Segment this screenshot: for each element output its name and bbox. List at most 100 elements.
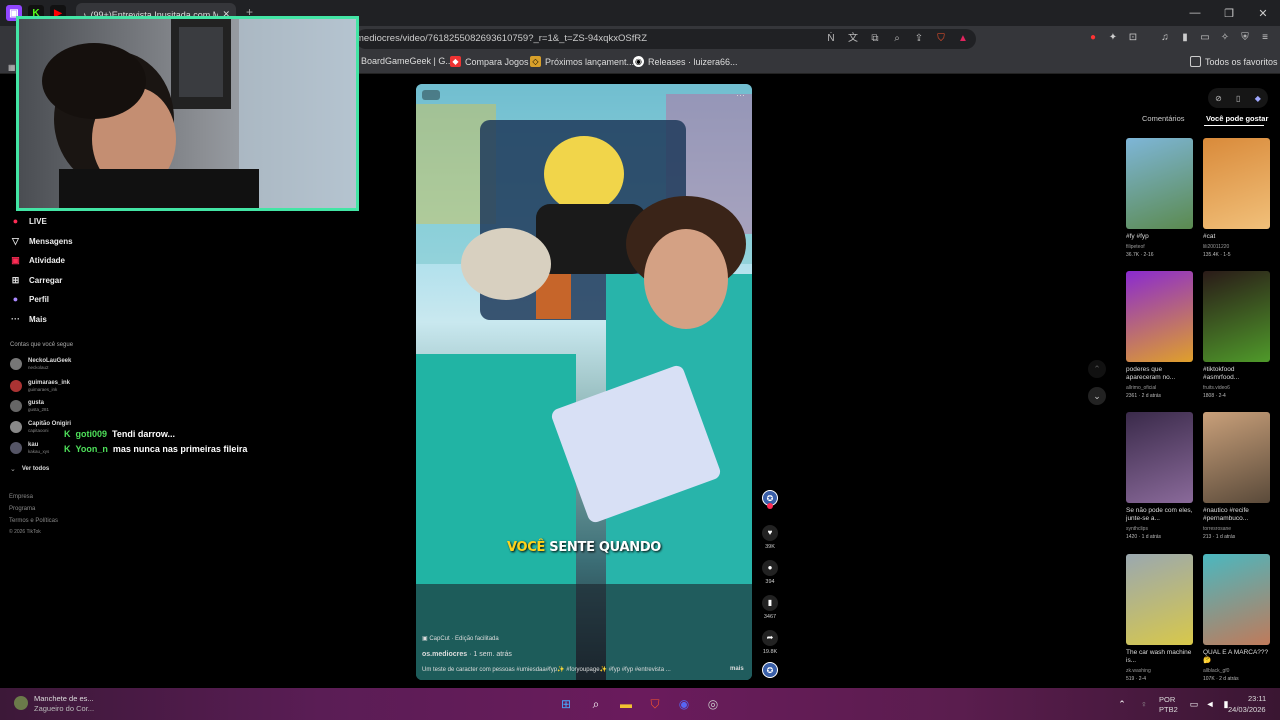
rewards-icon[interactable]: ▲ — [956, 31, 970, 47]
news-title[interactable]: Manchete de es... — [34, 694, 94, 703]
video-thumbnail[interactable] — [1203, 554, 1270, 645]
sound-disc[interactable]: ✪ — [760, 662, 780, 678]
recorder-icon[interactable]: ◎ — [705, 696, 721, 712]
file-explorer-icon[interactable]: ▬ — [618, 696, 634, 712]
see-all[interactable]: ⌄ Ver todos — [10, 465, 49, 474]
brave-browser-icon[interactable]: ⛉ — [647, 696, 663, 712]
footer-program[interactable]: Programa — [9, 506, 35, 512]
url-field[interactable]: mediocres/video/7618255082693610759?_r=1… — [356, 29, 976, 49]
zoom-icon[interactable]: ⌕ — [890, 31, 904, 47]
video-thumbnail[interactable] — [1203, 138, 1270, 229]
bookmark-compara[interactable]: ◆ Compara Jogos — [450, 56, 529, 67]
account-item[interactable]: NeckoLauGeek neckolau2 — [10, 358, 71, 370]
bookmark-releases[interactable]: ◉ Releases · luizera66... — [633, 56, 738, 67]
suggested-stats: 519 · 2-4 — [1126, 676, 1147, 682]
pip-icon[interactable]: ▯ — [1236, 94, 1240, 103]
screenshot-icon[interactable]: ⊡ — [1126, 30, 1140, 46]
video-author[interactable]: os.mediocres — [422, 651, 467, 658]
brave-shield-icon[interactable]: ⛉ — [934, 31, 948, 47]
extensions-icon[interactable]: ✦ — [1106, 30, 1120, 46]
comment-button[interactable]: ● 394 — [760, 560, 780, 585]
footer-terms[interactable]: Termos e Políticas — [9, 518, 58, 524]
nav-activity[interactable]: ▣ Atividade — [10, 255, 65, 266]
suggested-title[interactable]: The car wash machine is... — [1126, 649, 1194, 665]
discord-icon[interactable]: ◉ — [676, 696, 692, 712]
creator-avatar[interactable]: ✪ — [760, 490, 780, 509]
options-icon[interactable]: ··· — [736, 90, 745, 100]
news-thumbnail[interactable] — [14, 696, 28, 710]
open-app-icon[interactable]: ⧉ — [868, 31, 882, 47]
news-subtitle: Zagueiro do Cor... — [34, 704, 95, 713]
account-item[interactable]: Capitão Onigiri capitaooni — [10, 421, 71, 433]
video-thumbnail[interactable] — [1126, 138, 1193, 229]
tray-chevron-icon[interactable]: ⌃ — [1114, 696, 1130, 712]
suggested-user[interactable]: allblack_gf0 — [1203, 668, 1229, 674]
share-button[interactable]: ➦ 19.8K — [760, 630, 780, 655]
suggested-title[interactable]: #cat — [1203, 233, 1271, 241]
ai-icon[interactable]: ✧ — [1218, 30, 1232, 46]
reader-icon[interactable]: Ṅ — [824, 31, 838, 47]
video-thumbnail[interactable] — [1203, 412, 1270, 503]
translate-icon[interactable]: 文 — [846, 31, 860, 47]
account-item[interactable]: guimaraes_ink guimaraes_ink — [10, 380, 70, 392]
tab-suggested[interactable]: Você pode gostar — [1206, 114, 1268, 123]
media-icon[interactable]: ♫ — [1158, 30, 1172, 46]
close-window-icon[interactable]: ✕ — [1246, 0, 1280, 26]
suggested-user[interactable]: synthclips — [1126, 526, 1148, 532]
wallet-icon[interactable]: ▭ — [1198, 30, 1212, 46]
nav-messages[interactable]: ▽ Mensagens — [10, 236, 73, 247]
nav-live[interactable]: ● LIVE — [10, 216, 47, 227]
compara-icon: ◆ — [450, 56, 461, 67]
suggested-user[interactable]: fruits.video6 — [1203, 385, 1230, 391]
previous-video-button[interactable]: ⌃ — [1088, 360, 1106, 378]
maximize-icon[interactable]: ❐ — [1212, 0, 1246, 26]
suggested-user[interactable]: allrimo_oficial — [1126, 385, 1156, 391]
diamond-icon[interactable]: ◆ — [1255, 94, 1261, 103]
suggested-user[interactable]: zk.washing — [1126, 668, 1151, 674]
nav-profile[interactable]: ● Perfil — [10, 294, 49, 305]
suggested-title[interactable]: #fy #fyp — [1126, 233, 1194, 241]
suggested-user[interactable]: torresrosane — [1203, 526, 1231, 532]
mute-icon[interactable] — [422, 90, 440, 100]
suggested-title[interactable]: #tiktokfood #asmrfood... — [1203, 366, 1271, 382]
block-icon[interactable]: ⊘ — [1215, 94, 1222, 103]
suggested-title[interactable]: QUAL E A MARCA??? 🤔 — [1203, 649, 1271, 665]
mic-icon[interactable]: ♀ — [1136, 696, 1152, 712]
windows-start-icon[interactable]: ⊞ — [558, 696, 574, 712]
video-thumbnail[interactable] — [1126, 271, 1193, 362]
clock-time[interactable]: 23:11 — [1248, 694, 1266, 703]
suggested-title[interactable]: #nautico #recife #pernambuco... — [1203, 507, 1271, 523]
extension-1-icon[interactable]: ● — [1086, 30, 1100, 46]
vpn-icon[interactable]: ⛨ — [1238, 30, 1252, 46]
video-thumbnail[interactable] — [1203, 271, 1270, 362]
like-button[interactable]: ♥ 39K — [760, 525, 780, 550]
volume-icon[interactable]: ◄ — [1202, 696, 1218, 712]
bookmark-proximos[interactable]: ◇ Próximos lançament... — [530, 56, 634, 67]
suggested-user[interactable]: filipeteof — [1126, 244, 1145, 250]
account-item[interactable]: kau kakau_xys — [10, 442, 49, 454]
nav-upload[interactable]: ⊞ Carregar — [10, 275, 63, 286]
language-indicator[interactable]: POR — [1159, 695, 1175, 704]
search-icon[interactable]: ⌕ — [588, 696, 604, 712]
next-video-button[interactable]: ⌄ — [1088, 387, 1106, 405]
minimize-icon[interactable]: — — [1178, 0, 1212, 26]
more-link[interactable]: mais — [730, 666, 744, 672]
all-favorites[interactable]: Todos os favoritos — [1190, 56, 1278, 67]
footer-company[interactable]: Empresa — [9, 494, 33, 500]
capcut-tag[interactable]: ▣ CapCut · Edição facilitada — [422, 635, 499, 642]
suggested-user[interactable]: lili20011220 — [1203, 244, 1229, 250]
video-player[interactable]: VOCÊ SENTE QUANDO ▣ CapCut · Edição faci… — [416, 84, 752, 680]
suggested-title[interactable]: Se não pode com eles, junte-se a... — [1126, 507, 1194, 523]
video-thumbnail[interactable] — [1126, 412, 1193, 503]
display-icon[interactable]: ▭ — [1186, 696, 1202, 712]
nav-more[interactable]: ··· Mais — [10, 314, 47, 325]
save-button[interactable]: ▮ 3467 — [760, 595, 780, 620]
account-item[interactable]: gusta gusta_281 — [10, 400, 49, 412]
bookmark-bgg[interactable]: BoardGameGeek | G... — [361, 56, 453, 66]
menu-icon[interactable]: ≡ — [1258, 30, 1272, 46]
suggested-title[interactable]: poderes que apareceram no... — [1126, 366, 1194, 382]
video-thumbnail[interactable] — [1126, 554, 1193, 645]
sidebar-icon[interactable]: ▮ — [1178, 30, 1192, 46]
tab-comments[interactable]: Comentários — [1142, 114, 1185, 123]
share-icon[interactable]: ⇪ — [912, 31, 926, 47]
